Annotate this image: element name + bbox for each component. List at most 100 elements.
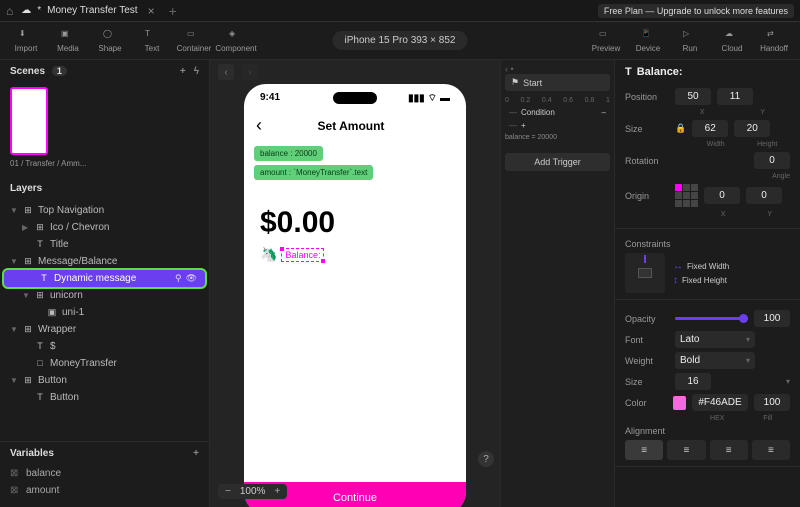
add-tab-button[interactable]: + [169,3,177,19]
align-center-button[interactable]: ≡ [667,440,705,460]
timeline-ruler: 00.20.40.60.81 [505,95,610,106]
inspector-panel: TBalance: Position XY Size 🔒 WidthHeight… [614,60,800,507]
position-x-input[interactable] [675,88,711,105]
panel-collapse-button[interactable]: ‹ • [505,64,514,74]
shape-tool[interactable]: ◯Shape [90,24,130,58]
upgrade-banner[interactable]: Free Plan — Upgrade to unlock more featu… [598,4,794,18]
import-tool[interactable]: ⬇Import [6,24,46,58]
zoom-out-button[interactable]: − [222,486,234,497]
cloud-tool[interactable]: ☁Cloud [712,24,752,58]
device-selector[interactable]: iPhone 15 Pro 393 × 852 [333,31,468,50]
binding-badge-amount: amount : `MoneyTransfer`.text [254,165,373,180]
container-tool[interactable]: ▭Container [174,24,214,58]
layer-row[interactable]: ▼⊞Message/Balance [0,253,209,270]
preview-icon: ▭ [599,29,613,43]
weight-select[interactable]: Bold▾ [675,352,755,369]
origin-x-input[interactable] [704,187,740,204]
close-icon[interactable]: × [148,4,155,18]
wifi-icon: ⌔ [428,92,437,105]
import-icon: ⬇ [19,29,33,43]
run-icon: ▷ [683,29,697,43]
fontsize-label: Size [625,377,669,387]
help-button[interactable]: ? [478,451,494,467]
constraints-label: Constraints [625,239,669,249]
color-swatch[interactable] [673,396,686,410]
color-hex-input[interactable] [692,394,748,411]
toolbar: ⬇Import ▣Media ◯Shape TText ▭Container ◈… [0,22,800,60]
align-left-button[interactable]: ≡ [625,440,663,460]
origin-y-input[interactable] [746,187,782,204]
condition-row[interactable]: —Condition– [505,106,610,119]
font-label: Font [625,335,669,345]
status-bar: 9:41 ▮▮▮⌔▬ [244,84,466,109]
color-fill-input[interactable] [754,394,790,411]
position-y-input[interactable] [717,88,753,105]
add-scene-button[interactable]: + [180,66,186,77]
layer-row[interactable]: TTitle [0,236,209,253]
container-icon: ▭ [187,29,201,43]
run-tool[interactable]: ▷Run [670,24,710,58]
phone-frame: 9:41 ▮▮▮⌔▬ ‹ Set Amount balance : 20000 … [244,84,466,507]
canvas[interactable]: ‹ › 9:41 ▮▮▮⌔▬ ‹ Set Amount balance : 20… [210,60,500,507]
opacity-slider[interactable] [675,317,748,320]
rotation-input[interactable] [754,152,790,169]
bolt-icon[interactable]: ϟ [194,66,199,77]
variable-row[interactable]: ⊠balance [0,465,209,482]
zoom-control[interactable]: − 100% + [218,484,287,499]
opacity-label: Opacity [625,314,669,324]
document-tab[interactable]: ☁ * Money Transfer Test × [13,0,162,21]
text-tool[interactable]: TText [132,24,172,58]
zoom-in-button[interactable]: + [271,486,283,497]
canvas-back-button[interactable]: ‹ [218,64,234,80]
fontsize-input[interactable] [675,373,711,390]
flag-icon: ⚑ [511,77,519,88]
fixed-width-icon[interactable]: ↔ [673,261,683,272]
add-variable-button[interactable]: + [193,448,199,459]
opacity-input[interactable] [754,310,790,327]
layer-row[interactable]: ▼⊞Button [0,372,209,389]
font-select[interactable]: Lato▾ [675,331,755,348]
notch [333,92,377,104]
screen-title: Set Amount [248,119,454,133]
start-node[interactable]: ⚑Start [505,74,610,91]
layer-row[interactable]: □MoneyTransfer [0,355,209,372]
fixed-height-icon[interactable]: ↕ [673,275,678,286]
tab-title: Money Transfer Test [47,5,137,16]
lock-icon[interactable]: 🔒 [675,123,686,134]
height-input[interactable] [734,120,770,137]
constraints-widget[interactable] [625,253,665,293]
amount-display: $0.00 [244,184,466,246]
origin-grid[interactable] [675,184,698,207]
align-right-button[interactable]: ≡ [710,440,748,460]
home-icon[interactable]: ⌂ [6,4,13,18]
weight-label: Weight [625,356,669,366]
add-trigger-button[interactable]: Add Trigger [505,153,610,171]
selection-name: Balance: [637,66,683,78]
balance-text-selected[interactable]: Balance: [281,248,324,262]
layer-row[interactable]: ▼⊞unicorn [0,287,209,304]
layer-row[interactable]: ▣uni-1 [0,304,209,321]
expression-text: balance = 20000 [505,132,610,147]
layer-row[interactable]: TDynamic message⚲👁 [4,270,205,287]
layer-row[interactable]: TButton [0,389,209,406]
media-tool[interactable]: ▣Media [48,24,88,58]
scene-thumbnail[interactable] [10,87,48,155]
component-icon: ◈ [229,29,243,43]
variable-row[interactable]: ⊠amount [0,482,209,499]
left-panel: Scenes 1 +ϟ 01 / Transfer / Amm... Layer… [0,60,210,507]
canvas-forward-button[interactable]: › [242,64,258,80]
title-bar: ⌂ ☁ * Money Transfer Test × + Free Plan … [0,0,800,22]
device-tool[interactable]: 📱Device [628,24,668,58]
width-input[interactable] [692,120,728,137]
layer-row[interactable]: ▶⊞Ico / Chevron [0,219,209,236]
layer-row[interactable]: T$ [0,338,209,355]
component-tool[interactable]: ◈Component [216,24,256,58]
position-label: Position [625,92,669,102]
preview-tool[interactable]: ▭Preview [586,24,626,58]
align-justify-button[interactable]: ≡ [752,440,790,460]
handoff-tool[interactable]: ⇄Handoff [754,24,794,58]
layer-row[interactable]: ▼⊞Wrapper [0,321,209,338]
cloud-icon: ☁ [21,5,31,16]
variables-section: Variables + ⊠balance⊠amount [0,441,209,507]
layer-row[interactable]: ▼⊞Top Navigation [0,202,209,219]
